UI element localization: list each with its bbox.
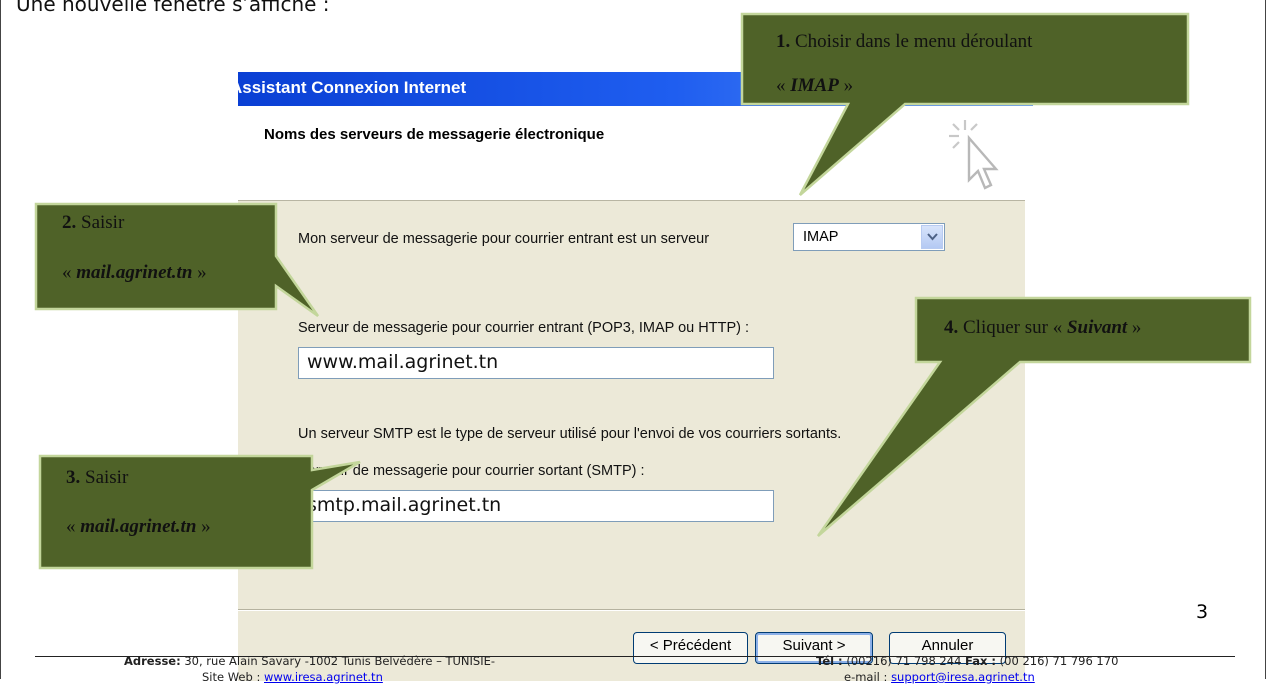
footer-website: Site Web : www.iresa.agrinet.tn bbox=[202, 670, 383, 684]
callout-1-line-2: « IMAP » bbox=[776, 75, 854, 96]
page-number: 3 bbox=[1196, 601, 1209, 623]
footer-email: e-mail : support@iresa.agrinet.tn bbox=[844, 670, 1035, 684]
callout-2-line-2: « mail.agrinet.tn » bbox=[62, 262, 207, 283]
callout-4-text: 4. Cliquer sur « Suivant » bbox=[944, 317, 1142, 338]
callout-2-line-1: 2. Saisir bbox=[62, 212, 125, 233]
callout-1-line-1: 1. Choisir dans le menu déroulant bbox=[776, 31, 1033, 52]
footer-phone-fax: Tél : (00216) 71 798 244 Fax : (00 216) … bbox=[816, 654, 1119, 668]
website-link[interactable]: www.iresa.agrinet.tn bbox=[264, 670, 383, 684]
email-link[interactable]: support@iresa.agrinet.tn bbox=[891, 670, 1035, 684]
callout-3-line-1: 3. Saisir bbox=[66, 467, 129, 488]
footer-address: Adresse: 30, rue Alain Savary -1002 Tuni… bbox=[124, 654, 496, 668]
callout-3-line-2: « mail.agrinet.tn » bbox=[66, 516, 211, 537]
callout-shapes bbox=[34, 12, 1252, 570]
